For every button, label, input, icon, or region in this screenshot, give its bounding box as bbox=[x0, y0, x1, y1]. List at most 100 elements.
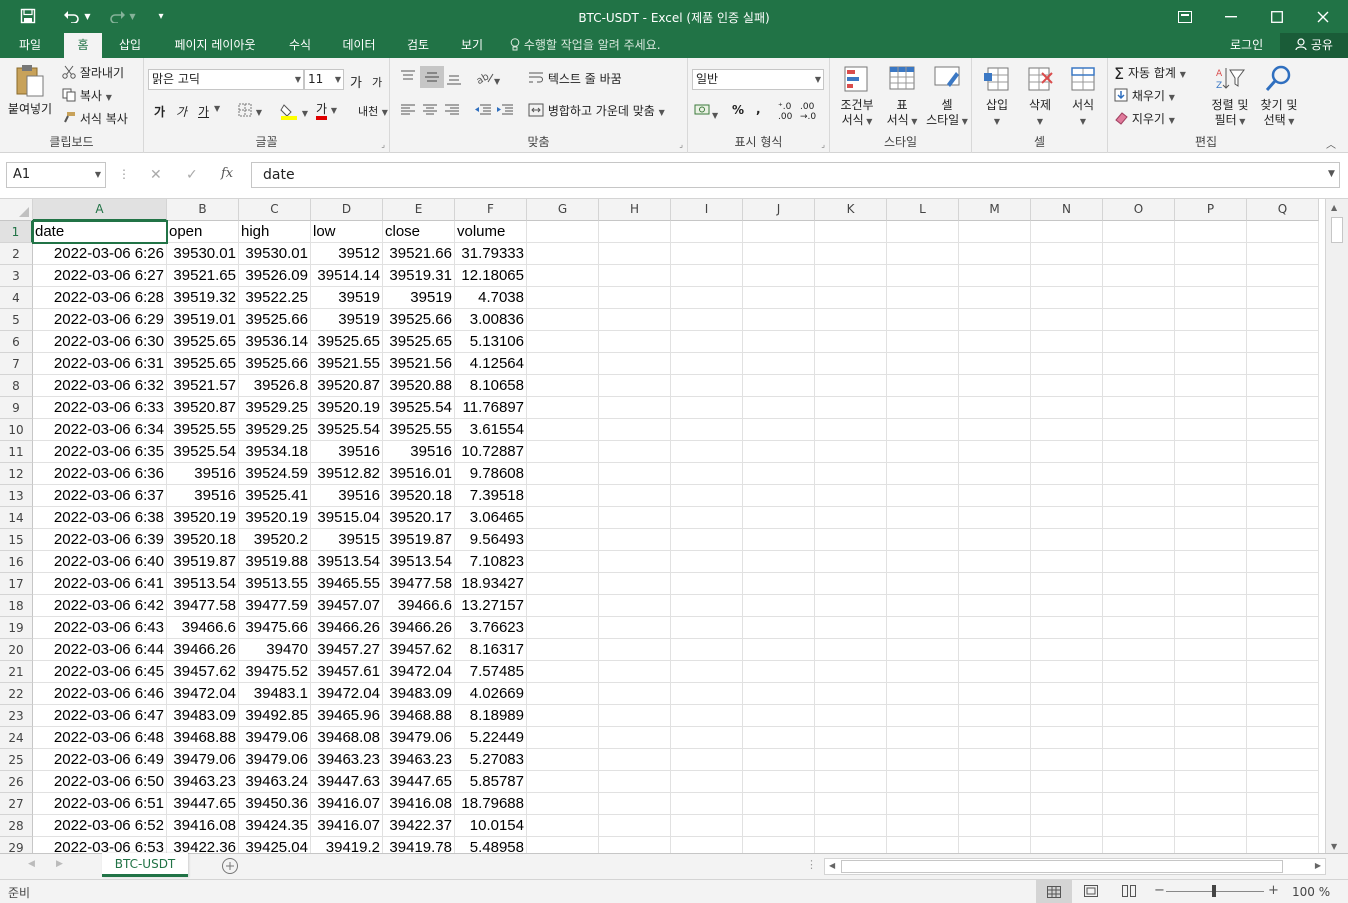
empty-cell[interactable] bbox=[815, 617, 887, 639]
empty-cell[interactable] bbox=[527, 441, 599, 463]
empty-cell[interactable] bbox=[959, 265, 1031, 287]
data-cell[interactable]: 39513.54 bbox=[383, 551, 455, 573]
empty-cell[interactable] bbox=[671, 441, 743, 463]
data-cell[interactable]: 39520.87 bbox=[311, 375, 383, 397]
empty-cell[interactable] bbox=[959, 243, 1031, 265]
empty-cell[interactable] bbox=[1175, 815, 1247, 837]
empty-cell[interactable] bbox=[1031, 353, 1103, 375]
empty-cell[interactable] bbox=[527, 551, 599, 573]
data-cell[interactable]: 39457.62 bbox=[167, 661, 239, 683]
copy-button[interactable]: 복사 ▼ bbox=[62, 87, 112, 105]
empty-cell[interactable] bbox=[671, 793, 743, 815]
empty-cell[interactable] bbox=[959, 397, 1031, 419]
empty-cell[interactable] bbox=[527, 793, 599, 815]
empty-cell[interactable] bbox=[1031, 441, 1103, 463]
empty-cell[interactable] bbox=[1031, 815, 1103, 837]
row-header[interactable]: 22 bbox=[0, 683, 33, 705]
data-cell[interactable]: 2022-03-06 6:50 bbox=[33, 771, 167, 793]
column-header-a[interactable]: A bbox=[33, 199, 167, 221]
empty-cell[interactable] bbox=[1247, 331, 1319, 353]
empty-cell[interactable] bbox=[959, 419, 1031, 441]
data-cell[interactable]: 13.27157 bbox=[455, 595, 527, 617]
empty-cell[interactable] bbox=[887, 617, 959, 639]
data-cell[interactable]: 39526.8 bbox=[239, 375, 311, 397]
data-cell[interactable]: 39422.37 bbox=[383, 815, 455, 837]
bold-button[interactable]: 가 bbox=[154, 103, 165, 120]
empty-cell[interactable] bbox=[1103, 573, 1175, 595]
format-as-table-button[interactable]: 표 서식 ▼ bbox=[880, 64, 924, 129]
empty-cell[interactable] bbox=[1175, 463, 1247, 485]
row-header[interactable]: 11 bbox=[0, 441, 33, 463]
row-header[interactable]: 20 bbox=[0, 639, 33, 661]
empty-cell[interactable] bbox=[671, 265, 743, 287]
data-cell[interactable]: 39466.6 bbox=[167, 617, 239, 639]
empty-cell[interactable] bbox=[671, 639, 743, 661]
empty-cell[interactable] bbox=[1175, 529, 1247, 551]
italic-button[interactable]: 가 bbox=[176, 103, 187, 120]
empty-cell[interactable] bbox=[815, 485, 887, 507]
empty-cell[interactable] bbox=[1103, 309, 1175, 331]
empty-cell[interactable] bbox=[815, 837, 887, 853]
percent-style-button[interactable]: % bbox=[732, 103, 744, 117]
header-cell[interactable]: volume bbox=[455, 221, 527, 243]
data-cell[interactable]: 39483.09 bbox=[383, 683, 455, 705]
empty-cell[interactable] bbox=[671, 375, 743, 397]
empty-cell[interactable] bbox=[815, 463, 887, 485]
data-cell[interactable]: 39477.58 bbox=[167, 595, 239, 617]
empty-cell[interactable] bbox=[1175, 727, 1247, 749]
empty-cell[interactable] bbox=[527, 419, 599, 441]
empty-cell[interactable] bbox=[1247, 771, 1319, 793]
scroll-right-icon[interactable]: ▶ bbox=[1315, 861, 1321, 870]
empty-cell[interactable] bbox=[743, 419, 815, 441]
empty-cell[interactable] bbox=[527, 727, 599, 749]
empty-cell[interactable] bbox=[527, 353, 599, 375]
row-header[interactable]: 16 bbox=[0, 551, 33, 573]
scroll-up-icon[interactable]: ▲ bbox=[1331, 203, 1337, 212]
empty-cell[interactable] bbox=[1175, 705, 1247, 727]
column-header-q[interactable]: Q bbox=[1247, 199, 1319, 221]
empty-cell[interactable] bbox=[1103, 529, 1175, 551]
empty-cell[interactable] bbox=[1175, 243, 1247, 265]
name-box-dropdown-icon[interactable]: ▼ bbox=[95, 163, 101, 187]
data-cell[interactable]: 39516 bbox=[383, 441, 455, 463]
format-cells-button[interactable]: 서식 ▼ bbox=[1062, 64, 1104, 129]
empty-cell[interactable] bbox=[527, 375, 599, 397]
redo-icon[interactable]: ▼ bbox=[104, 5, 140, 27]
empty-cell[interactable] bbox=[815, 771, 887, 793]
row-header[interactable]: 27 bbox=[0, 793, 33, 815]
comma-style-button[interactable]: , bbox=[756, 102, 761, 116]
empty-cell[interactable] bbox=[1247, 837, 1319, 853]
empty-cell[interactable] bbox=[1031, 595, 1103, 617]
empty-cell[interactable] bbox=[1103, 507, 1175, 529]
data-cell[interactable]: 2022-03-06 6:39 bbox=[33, 529, 167, 551]
empty-cell[interactable] bbox=[1175, 661, 1247, 683]
tab-data[interactable]: 데이터 bbox=[332, 33, 386, 58]
data-cell[interactable]: 8.10658 bbox=[455, 375, 527, 397]
empty-cell[interactable] bbox=[599, 353, 671, 375]
empty-cell[interactable] bbox=[815, 815, 887, 837]
data-cell[interactable]: 5.22449 bbox=[455, 727, 527, 749]
tab-review[interactable]: 검토 bbox=[396, 33, 440, 58]
empty-cell[interactable] bbox=[815, 705, 887, 727]
empty-cell[interactable] bbox=[1175, 353, 1247, 375]
data-cell[interactable]: 39447.65 bbox=[167, 793, 239, 815]
clear-button[interactable]: 지우기 ▼ bbox=[1114, 110, 1175, 128]
data-cell[interactable]: 39520.87 bbox=[167, 397, 239, 419]
empty-cell[interactable] bbox=[1031, 309, 1103, 331]
empty-cell[interactable] bbox=[959, 639, 1031, 661]
empty-cell[interactable] bbox=[743, 661, 815, 683]
column-header-o[interactable]: O bbox=[1103, 199, 1175, 221]
data-cell[interactable]: 39516 bbox=[167, 463, 239, 485]
empty-cell[interactable] bbox=[1247, 507, 1319, 529]
empty-cell[interactable] bbox=[743, 397, 815, 419]
scroll-down-icon[interactable]: ▼ bbox=[1331, 842, 1337, 851]
data-cell[interactable]: 39520.18 bbox=[383, 485, 455, 507]
data-cell[interactable]: 39519.88 bbox=[239, 551, 311, 573]
empty-cell[interactable] bbox=[671, 353, 743, 375]
empty-cell[interactable] bbox=[743, 265, 815, 287]
empty-cell[interactable] bbox=[527, 639, 599, 661]
empty-cell[interactable] bbox=[527, 573, 599, 595]
empty-cell[interactable] bbox=[815, 749, 887, 771]
empty-cell[interactable] bbox=[1247, 573, 1319, 595]
ribbon-display-options-icon[interactable] bbox=[1162, 0, 1208, 33]
